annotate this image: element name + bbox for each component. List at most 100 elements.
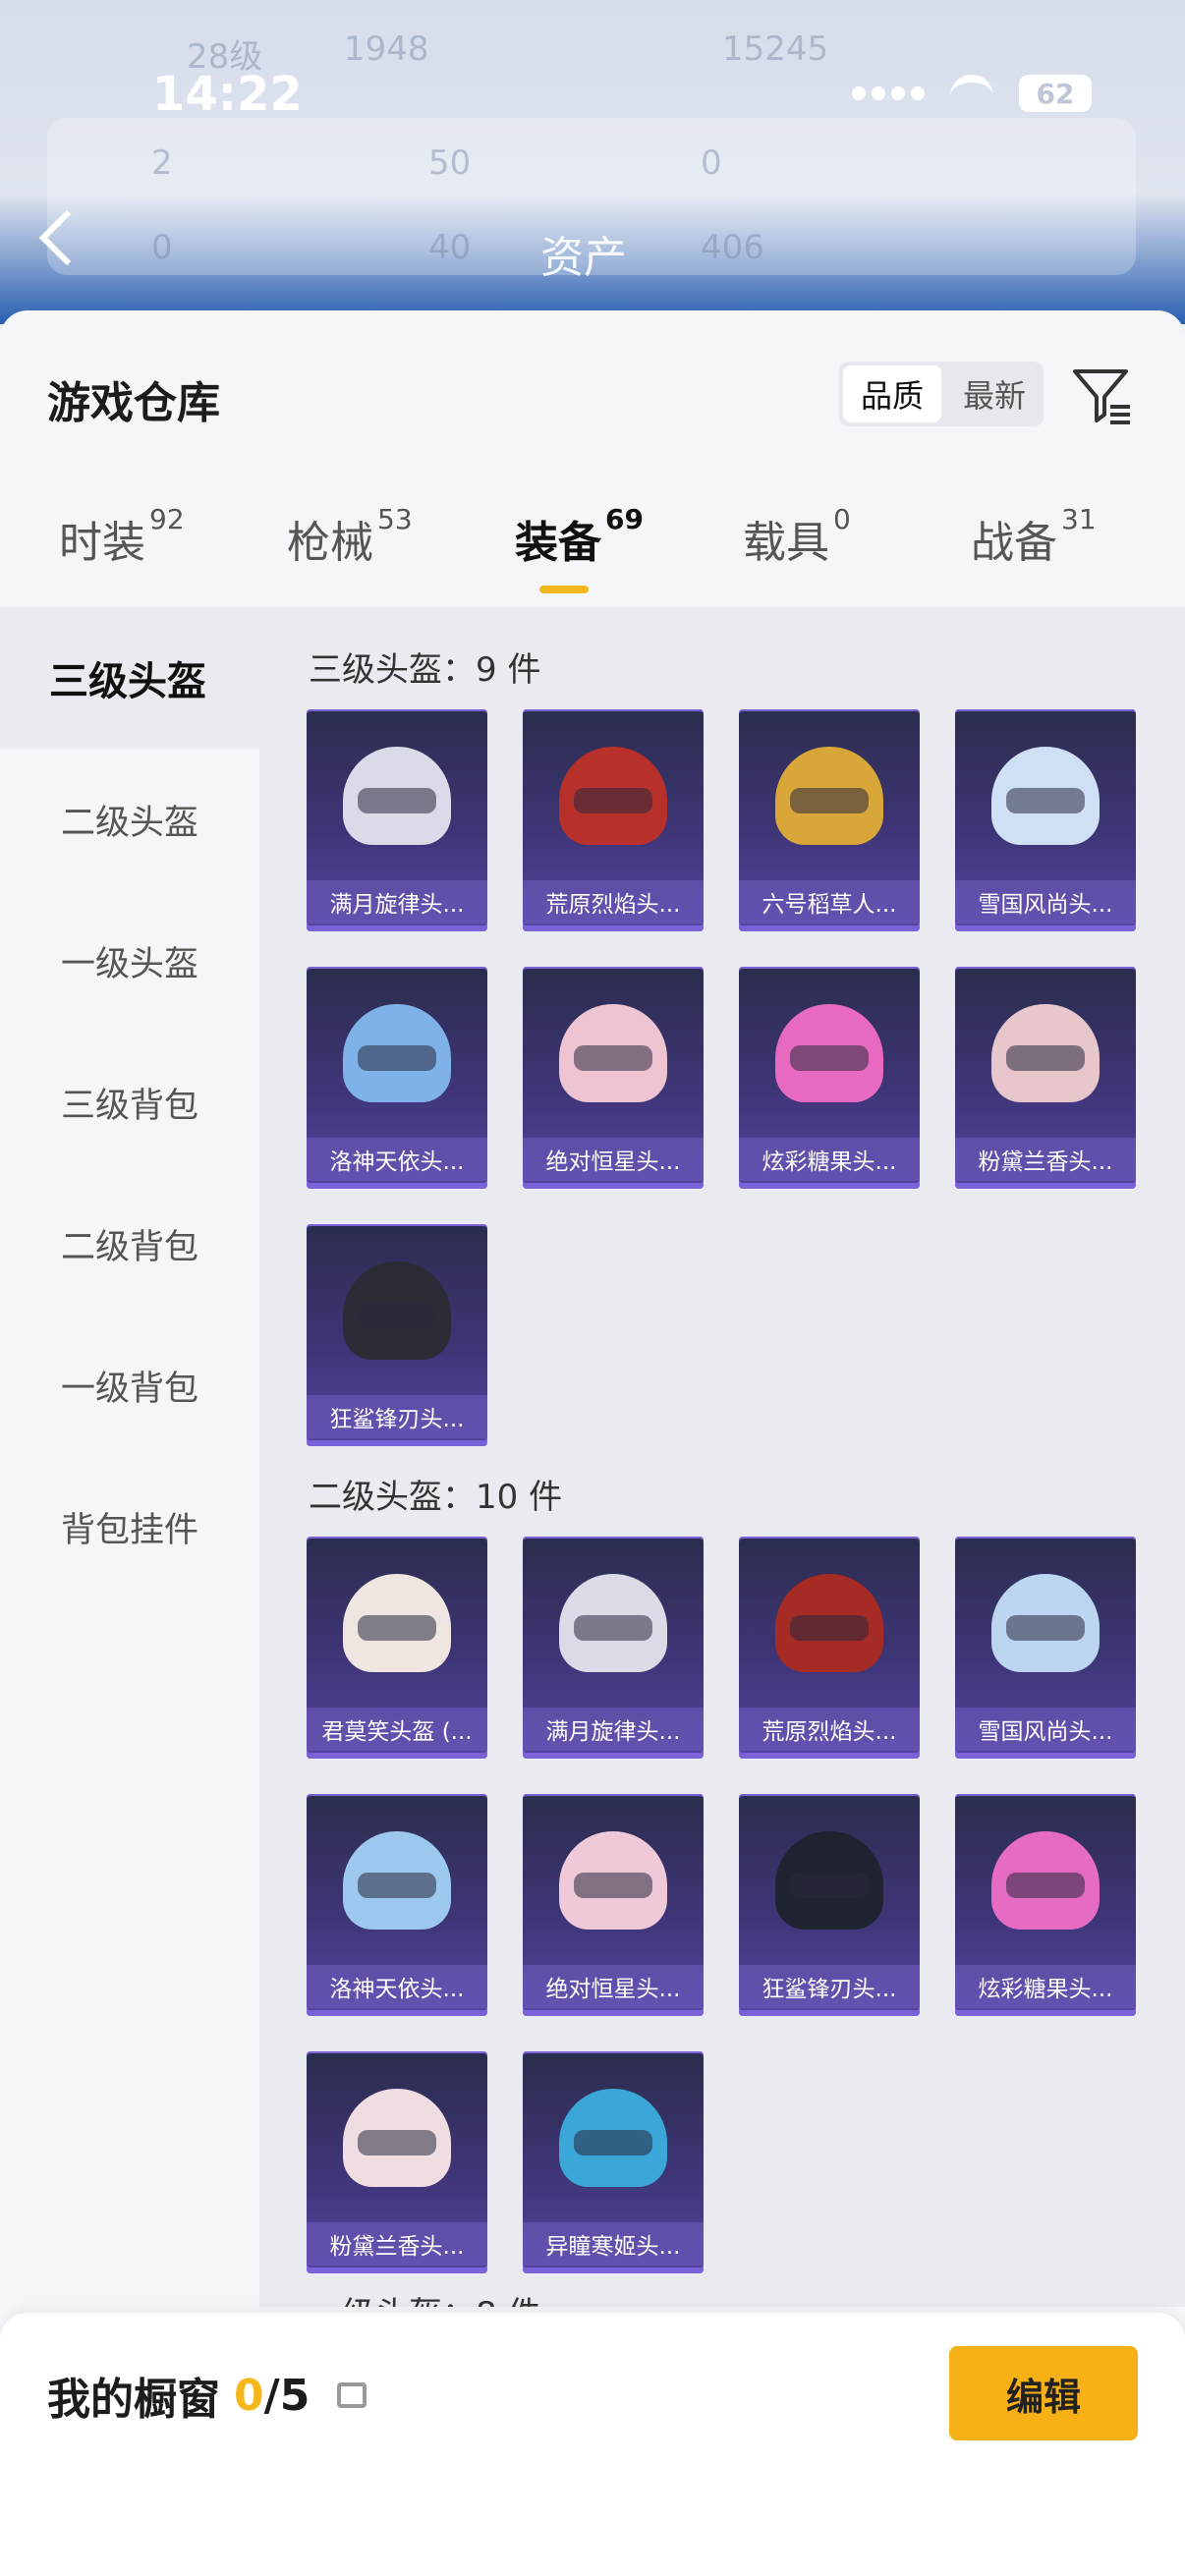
showcase-label: 我的橱窗 0 /5 xyxy=(47,2364,367,2427)
item-card[interactable]: 六号稻草人... xyxy=(739,709,920,931)
item-name: 粉黛兰香头... xyxy=(955,1138,1136,1181)
item-name: 异瞳寒姬头... xyxy=(523,2222,704,2266)
showcase-current: 0 xyxy=(234,2370,264,2421)
showcase-title: 我的橱窗 xyxy=(47,2375,220,2425)
sidebar-item-level1-backpack[interactable]: 一级背包 xyxy=(0,1315,259,1456)
item-name: 君莫笑头盔 (... xyxy=(307,1708,487,1751)
item-card[interactable]: 粉黛兰香头... xyxy=(955,967,1136,1189)
item-card[interactable]: 荒原烈焰头... xyxy=(739,1537,920,1759)
tab-count: 0 xyxy=(833,503,851,535)
item-name: 雪国风尚头... xyxy=(955,1708,1136,1751)
asset-stat: 0 xyxy=(151,228,173,267)
tab-label: 载具 xyxy=(743,518,829,568)
visor-shape xyxy=(574,2130,652,2156)
status-icons: 62 xyxy=(852,75,1092,112)
item-card[interactable]: 炫彩糖果头... xyxy=(739,967,920,1189)
tab-label: 枪械 xyxy=(287,518,373,568)
visor-shape xyxy=(574,788,652,813)
item-name: 炫彩糖果头... xyxy=(739,1138,920,1181)
tab-guns[interactable]: 枪械 53 xyxy=(287,503,413,570)
sort-option-quality[interactable]: 品质 xyxy=(843,365,941,422)
showcase-total: /5 xyxy=(263,2370,310,2421)
item-card[interactable]: 粉黛兰香头... xyxy=(307,2051,487,2273)
tab-equipment[interactable]: 装备 69 xyxy=(515,503,644,593)
warehouse-sheet: 游戏仓库 品质 最新 时装 92 枪械 53 装备 69 载具 0 战备 31 三级头盔 … xyxy=(0,310,1185,2576)
visor-shape xyxy=(790,1615,869,1641)
visor-shape xyxy=(358,1045,436,1071)
page-backdrop: 28级 1948 15245 14:22 62 2 50 0 0 40 406 … xyxy=(0,0,1185,324)
item-name: 洛神天依头... xyxy=(307,1138,487,1181)
visor-shape xyxy=(790,1045,869,1071)
ghost-num2: 15245 xyxy=(722,29,829,69)
edit-button[interactable]: 编辑 xyxy=(949,2346,1138,2440)
sort-toggle: 品质 最新 xyxy=(839,362,1044,426)
sidebar-item-level3-helmet[interactable]: 三级头盔 xyxy=(0,607,259,749)
visor-shape xyxy=(574,1615,652,1641)
item-name: 满月旋律头... xyxy=(523,1708,704,1751)
item-card[interactable]: 狂鲨锋刃头... xyxy=(307,1224,487,1446)
item-card[interactable]: 狂鲨锋刃头... xyxy=(739,1794,920,2016)
item-card[interactable]: 炫彩糖果头... xyxy=(955,1794,1136,2016)
item-card[interactable]: 雪国风尚头... xyxy=(955,709,1136,931)
item-name: 狂鲨锋刃头... xyxy=(307,1395,487,1438)
subcategory-sidebar: 三级头盔 二级头盔 一级头盔 三级背包 二级背包 一级背包 背包挂件 xyxy=(0,607,259,2307)
showcase-bar: 我的橱窗 0 /5 编辑 xyxy=(0,2313,1185,2576)
tab-vehicles[interactable]: 载具 0 xyxy=(743,503,851,570)
visor-shape xyxy=(574,1873,652,1898)
item-card[interactable]: 满月旋律头... xyxy=(523,1537,704,1759)
sidebar-item-backpack-charm[interactable]: 背包挂件 xyxy=(0,1456,259,1597)
asset-stat: 50 xyxy=(428,143,472,183)
sidebar-item-level3-backpack[interactable]: 三级背包 xyxy=(0,1032,259,1173)
tab-count: 31 xyxy=(1061,503,1097,535)
tab-fashion[interactable]: 时装 92 xyxy=(59,503,185,570)
tab-label: 装备 xyxy=(515,518,601,568)
sidebar-item-level2-backpack[interactable]: 二级背包 xyxy=(0,1173,259,1315)
tab-active-indicator xyxy=(539,586,589,593)
item-name: 荒原烈焰头... xyxy=(739,1708,920,1751)
item-name: 粉黛兰香头... xyxy=(307,2222,487,2266)
sidebar-item-level2-helmet[interactable]: 二级头盔 xyxy=(0,749,259,890)
tab-count: 53 xyxy=(377,503,413,535)
item-grid: 三级头盔：9 件 满月旋律头... 荒原烈焰头... 六号稻草人... 雪国风尚头..… xyxy=(259,607,1185,2307)
sidebar-item-level1-helmet[interactable]: 一级头盔 xyxy=(0,890,259,1032)
asset-stat: 0 xyxy=(701,143,722,183)
item-card[interactable]: 洛神天依头... xyxy=(307,1794,487,2016)
assets-title: 资产 xyxy=(540,233,627,283)
item-card[interactable]: 绝对恒星头... xyxy=(523,1794,704,2016)
asset-stat: 406 xyxy=(701,228,764,267)
item-card[interactable]: 荒原烈焰头... xyxy=(523,709,704,931)
category-tabs: 时装 92 枪械 53 装备 69 载具 0 战备 31 xyxy=(0,503,1185,605)
item-name: 六号稻草人... xyxy=(739,880,920,924)
visor-shape xyxy=(358,2130,436,2156)
filter-icon[interactable] xyxy=(1071,364,1134,426)
item-card[interactable]: 君莫笑头盔 (... xyxy=(307,1537,487,1759)
visor-shape xyxy=(790,1873,869,1898)
item-card[interactable]: 异瞳寒姬头... xyxy=(523,2051,704,2273)
item-card[interactable]: 绝对恒星头... xyxy=(523,967,704,1189)
item-card[interactable]: 满月旋律头... xyxy=(307,709,487,931)
battery-icon: 62 xyxy=(1019,75,1092,112)
sort-option-latest[interactable]: 最新 xyxy=(945,362,1044,426)
tab-count: 92 xyxy=(149,503,185,535)
visor-shape xyxy=(358,1303,436,1328)
tab-label: 时装 xyxy=(59,518,145,568)
section-title-level2-helmet: 二级头盔：10 件 xyxy=(309,1478,563,1517)
item-card[interactable]: 洛神天依头... xyxy=(307,967,487,1189)
visor-shape xyxy=(1006,1873,1085,1898)
lock-icon xyxy=(337,2382,367,2408)
item-card[interactable]: 雪国风尚头... xyxy=(955,1537,1136,1759)
tab-label: 战备 xyxy=(971,518,1057,568)
wifi-icon xyxy=(950,75,993,112)
tab-count: 69 xyxy=(605,503,644,535)
visor-shape xyxy=(358,788,436,813)
section-title-level1-helmet: 一级头盔：8 件 xyxy=(309,2287,540,2307)
ghost-num1: 1948 xyxy=(344,29,429,69)
visor-shape xyxy=(1006,1045,1085,1071)
item-name: 荒原烈焰头... xyxy=(523,880,704,924)
asset-stat: 40 xyxy=(428,228,472,267)
visor-shape xyxy=(358,1873,436,1898)
visor-shape xyxy=(358,1615,436,1641)
visor-shape xyxy=(1006,1615,1085,1641)
signal-icon xyxy=(852,86,925,100)
tab-supplies[interactable]: 战备 31 xyxy=(971,503,1097,570)
